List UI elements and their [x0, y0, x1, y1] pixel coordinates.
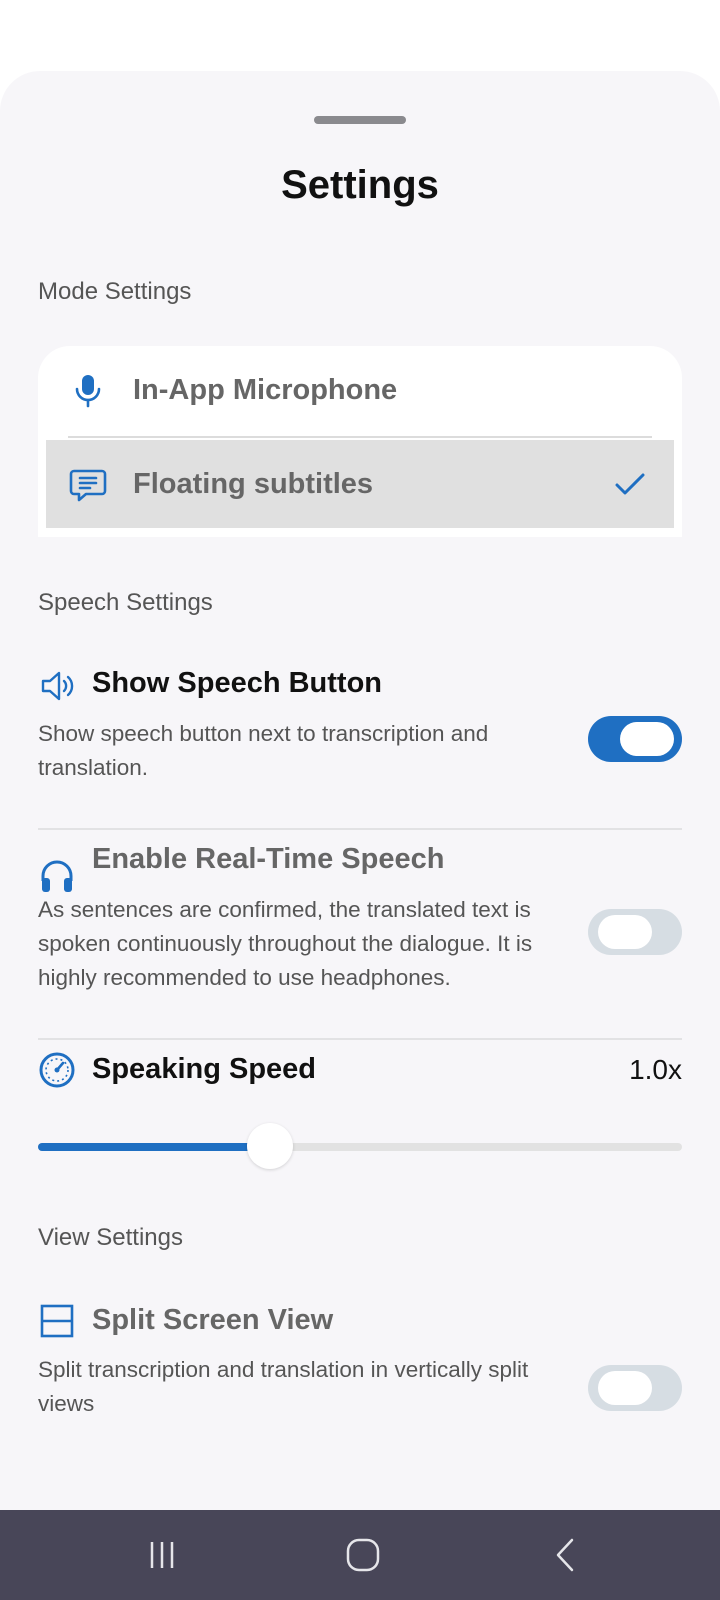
checkmark-icon — [615, 473, 645, 495]
home-icon[interactable] — [338, 1530, 388, 1580]
back-icon[interactable] — [542, 1530, 592, 1580]
split-screen-toggle[interactable] — [588, 1365, 682, 1411]
settings-sheet: Settings Mode Settings In-App Microphone… — [0, 71, 720, 1510]
real-time-speech-description: As sentences are confirmed, the translat… — [38, 897, 533, 990]
mode-settings-label: Mode Settings — [38, 278, 192, 305]
system-navigation-bar — [0, 1510, 720, 1600]
show-speech-button-title: Show Speech Button — [92, 667, 382, 699]
real-time-speech-title: Enable Real-Time Speech — [92, 843, 445, 875]
speaking-speed-value: 1.0x — [629, 1054, 682, 1085]
slider-thumb[interactable] — [246, 1123, 293, 1169]
speaking-speed-slider[interactable] — [38, 1123, 682, 1169]
subtitles-icon — [69, 469, 107, 502]
view-settings-label: View Settings — [38, 1224, 183, 1251]
show-speech-button-description: Show speech button next to transcription… — [38, 721, 489, 780]
toggle-knob — [620, 722, 674, 756]
speaking-speed-title: Speaking Speed — [92, 1053, 317, 1085]
slider-fill — [38, 1143, 270, 1151]
speaker-icon — [41, 671, 74, 701]
show-speech-button-toggle[interactable] — [588, 716, 682, 762]
real-time-speech-toggle[interactable] — [588, 909, 682, 955]
toggle-knob — [598, 1371, 652, 1405]
page-title: Settings — [281, 163, 439, 207]
divider — [38, 828, 682, 830]
recent-apps-icon[interactable] — [137, 1530, 187, 1580]
split-view-icon — [40, 1304, 74, 1338]
drag-handle[interactable] — [314, 116, 406, 124]
headphones-icon — [41, 860, 73, 892]
microphone-icon — [75, 375, 101, 408]
divider — [38, 1038, 682, 1040]
mode-option-floating-subtitles[interactable]: Floating subtitles — [46, 440, 674, 528]
mode-option-label: Floating subtitles — [133, 467, 374, 500]
speedometer-icon — [39, 1052, 75, 1088]
mode-option-label: In-App Microphone — [133, 373, 398, 406]
divider — [68, 436, 652, 438]
split-screen-title: Split Screen View — [92, 1304, 334, 1336]
speech-settings-label: Speech Settings — [38, 589, 213, 616]
mode-settings-card: In-App Microphone Floating subtitles — [38, 346, 682, 537]
split-screen-description: Split transcription and translation in v… — [38, 1357, 529, 1416]
mode-option-in-app-microphone[interactable]: In-App Microphone — [38, 346, 682, 434]
toggle-knob — [598, 915, 652, 949]
